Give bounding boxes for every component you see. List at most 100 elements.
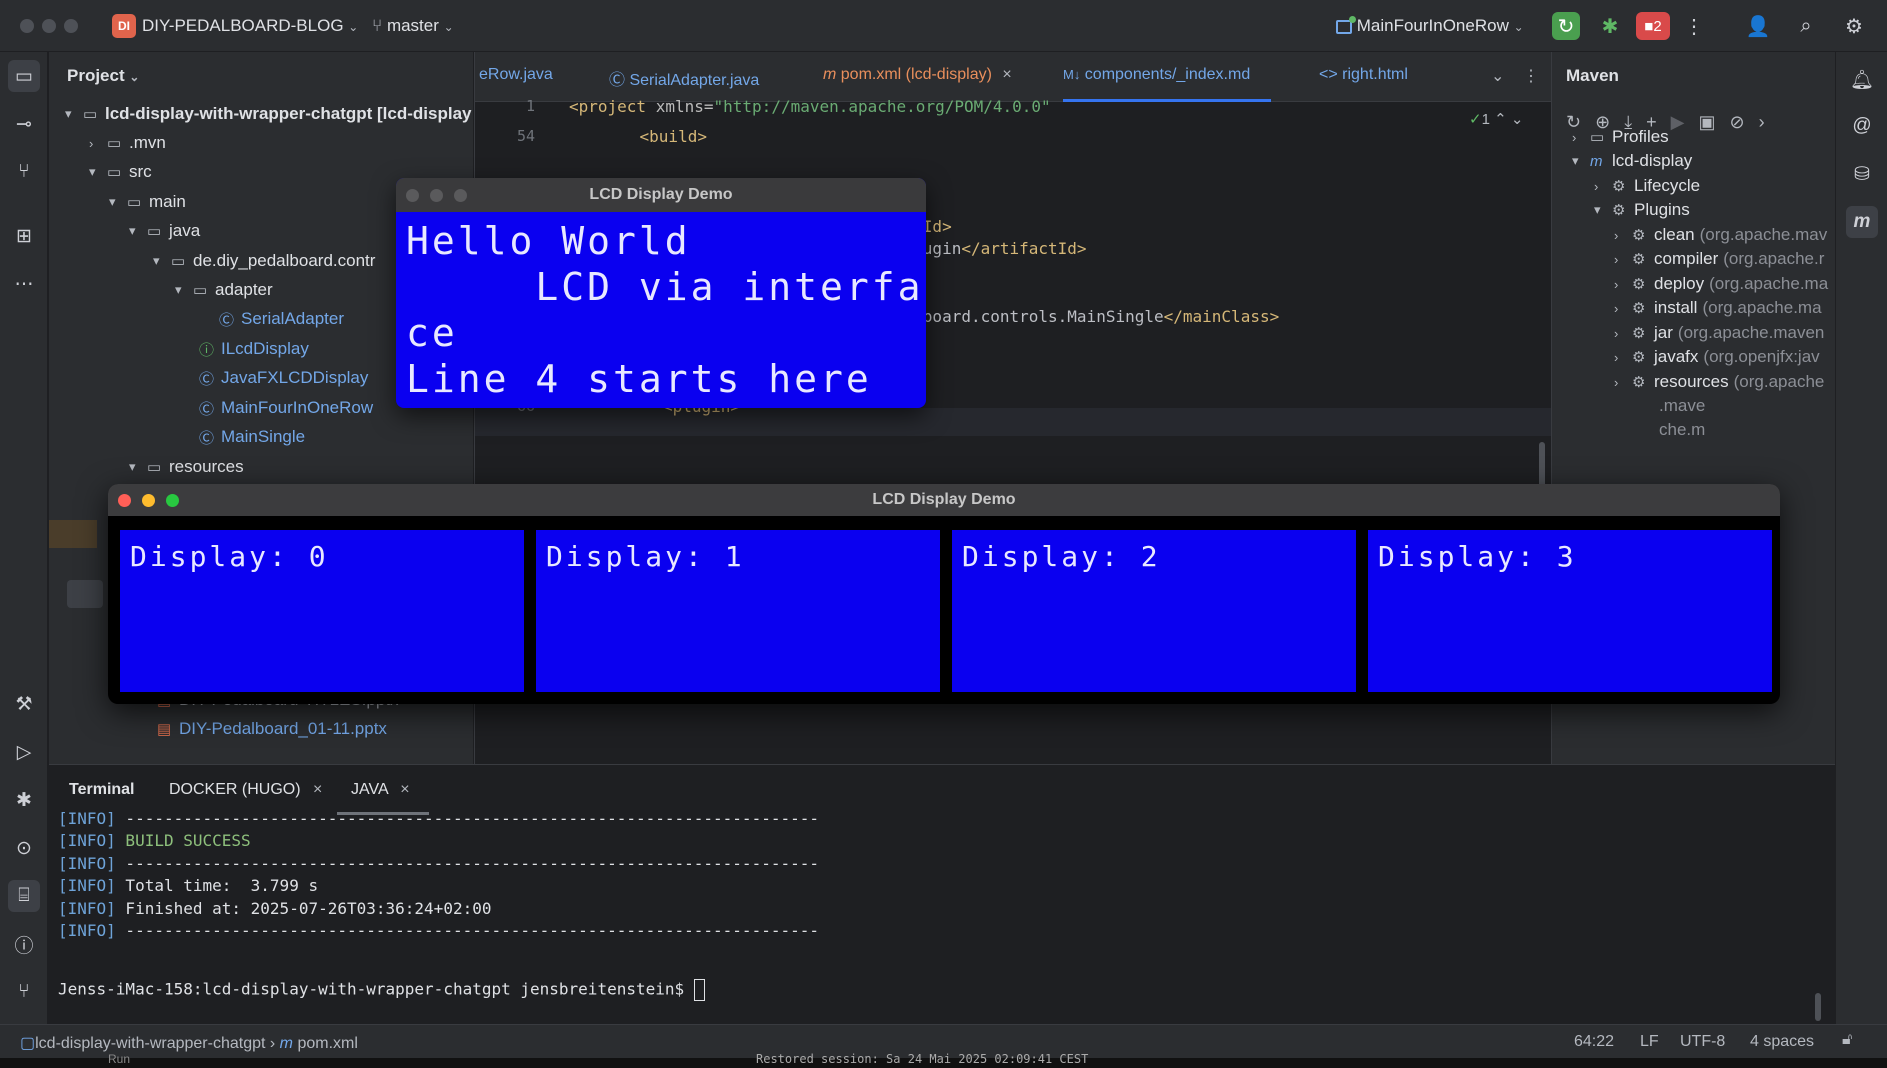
indent-setting[interactable]: 4 spaces <box>1750 1033 1814 1051</box>
tree-item[interactable]: Ⓒ JavaFXLCDDisplay <box>181 364 368 392</box>
tree-item-placeholder[interactable] <box>67 580 103 608</box>
breadcrumb-project[interactable]: lcd-display-with-wrapper-chatgpt <box>35 1035 265 1052</box>
run-config-selector[interactable]: MainFourInOneRow ⌄ <box>1336 15 1524 36</box>
debug-icon[interactable]: ✱ <box>1596 12 1624 40</box>
tree-item[interactable]: ▾ ▭ adapter <box>175 276 273 304</box>
chevron-right-icon[interactable]: › <box>1759 112 1779 132</box>
chevron-right-icon[interactable]: › <box>1594 179 1612 194</box>
services-icon[interactable]: ⊙ <box>8 832 40 864</box>
close-icon[interactable]: × <box>313 781 322 798</box>
close-icon[interactable]: × <box>1002 66 1011 83</box>
tab-pom-xml[interactable]: m pom.xml (lcd-display) × <box>823 66 1012 84</box>
chevron-down-icon[interactable]: ▾ <box>109 194 127 210</box>
chevron-right-icon[interactable]: › <box>1614 228 1632 243</box>
tree-item[interactable]: ▾ ▭ resources <box>129 453 244 481</box>
window-zoom-button[interactable] <box>64 19 78 33</box>
rerun-icon[interactable]: ↻ <box>1552 12 1580 40</box>
terminal-icon[interactable]: ⌸ <box>8 880 40 912</box>
cursor-position[interactable]: 64:22 <box>1574 1033 1614 1051</box>
commit-icon[interactable]: ⊸ <box>8 108 40 140</box>
tree-item[interactable]: Ⓒ MainSingle <box>181 423 305 451</box>
user-add-icon[interactable]: 👤 <box>1744 12 1772 40</box>
tab-right-html[interactable]: <> right.html <box>1319 66 1408 84</box>
pull-request-icon[interactable]: ⑂ <box>8 156 40 188</box>
tree-item[interactable]: ⓘ ILcdDisplay <box>181 335 309 363</box>
settings-gear-icon[interactable]: ⚙ <box>1840 12 1868 40</box>
window-minimize-button[interactable] <box>42 19 56 33</box>
maven-tree-item[interactable]: ▾ ⚙ Plugins <box>1594 196 1695 224</box>
tree-item[interactable]: › ▭ .mvn <box>89 129 166 157</box>
tree-item[interactable]: ▾ ▭ java <box>129 217 200 245</box>
chevron-down-icon[interactable]: ▾ <box>65 106 83 122</box>
line-separator[interactable]: LF <box>1640 1033 1659 1051</box>
chevron-right-icon[interactable]: › <box>1614 301 1632 316</box>
window-zoom-button[interactable] <box>166 494 179 507</box>
maven-icon[interactable]: m <box>1846 206 1878 238</box>
tab-java[interactable]: JAVA × <box>351 781 410 799</box>
chevron-down-icon[interactable]: ▾ <box>89 164 107 180</box>
maven-tree-item[interactable]: › ⚙ install (org.apache.ma <box>1614 294 1822 322</box>
tree-item[interactable]: ▾ ▭ main <box>109 188 186 216</box>
chevron-right-icon[interactable]: › <box>1572 130 1590 145</box>
more-vertical-icon[interactable]: ⋮ <box>1680 12 1708 40</box>
notifications-bell-icon[interactable]: 🔔︎ <box>1846 64 1878 96</box>
project-switcher[interactable]: DIY-PEDALBOARD-BLOG ⌄ <box>142 16 358 36</box>
chevron-right-icon[interactable]: › <box>1614 326 1632 341</box>
maven-tree-item[interactable]: che.m <box>1614 416 1705 444</box>
terminal-prompt[interactable]: Jenss-iMac-158:lcd-display-with-wrapper-… <box>58 979 705 1001</box>
tree-item[interactable]: ▤ DIY-Pedalboard_01-11.pptx <box>139 715 387 743</box>
tree-item[interactable]: Ⓒ SerialAdapter <box>201 305 344 333</box>
window-minimize-button[interactable] <box>142 494 155 507</box>
chevron-down-icon[interactable]: ▾ <box>129 223 147 239</box>
file-encoding[interactable]: UTF-8 <box>1680 1033 1725 1051</box>
chevron-down-icon[interactable]: ▾ <box>1594 202 1612 218</box>
offline-icon[interactable]: ⊘ <box>1730 112 1759 132</box>
tree-item[interactable]: ▾ ▭ lcd-display-with-wrapper-chatgpt [lcd-… <box>65 100 471 128</box>
run-icon[interactable]: ▶ <box>1671 112 1699 132</box>
problems-icon[interactable]: ⓘ <box>8 928 40 960</box>
terminal-scrollbar[interactable] <box>1815 993 1821 1021</box>
chevron-right-icon[interactable]: › <box>1614 350 1632 365</box>
chevron-right-icon[interactable]: › <box>1614 252 1632 267</box>
run-icon[interactable]: ▷ <box>8 736 40 768</box>
tab-mainfourinonerow[interactable]: eRow.java <box>479 66 553 84</box>
chevron-down-icon[interactable]: ▾ <box>129 459 147 475</box>
chevron-right-icon[interactable]: › <box>1614 277 1632 292</box>
window-close-button[interactable] <box>406 189 419 202</box>
inspection-widget[interactable]: ✓1 ⌃ ⌄ <box>1469 110 1523 128</box>
chevron-right-icon[interactable]: › <box>89 136 107 151</box>
tab-components-index[interactable]: M↓ components/_index.md <box>1063 66 1250 84</box>
git-icon[interactable]: ⑂ <box>8 976 40 1008</box>
tree-item[interactable]: ▾ ▭ de.diy_pedalboard.contr <box>153 247 375 275</box>
chevron-down-icon[interactable]: ▾ <box>1572 153 1590 169</box>
lcd-single-titlebar[interactable]: LCD Display Demo <box>396 178 926 212</box>
chevron-right-icon[interactable]: › <box>1614 375 1632 390</box>
maven-tree-item[interactable]: ▾ m lcd-display <box>1572 147 1697 175</box>
stop-icon[interactable]: ■2 <box>1636 12 1670 40</box>
project-panel-header[interactable]: Project ⌄ <box>67 66 139 86</box>
build-hammer-icon[interactable]: ⚒ <box>8 688 40 720</box>
window-minimize-button[interactable] <box>430 189 443 202</box>
execute-goal-icon[interactable]: ▣ <box>1699 112 1730 132</box>
tree-item[interactable]: ▾ ▭ src <box>89 158 152 186</box>
tree-item[interactable]: Ⓒ MainFourInOneRow <box>181 394 373 422</box>
chevron-down-icon[interactable]: ▾ <box>153 253 171 269</box>
window-close-button[interactable] <box>118 494 131 507</box>
tab-docker-hugo[interactable]: DOCKER (HUGO) × <box>169 781 322 799</box>
branch-switcher[interactable]: ⑂ master ⌄ <box>372 16 454 36</box>
tab-serialadapter[interactable]: Ⓒ SerialAdapter.java <box>609 66 759 90</box>
chevron-down-icon[interactable]: ▾ <box>175 282 193 298</box>
lcd-four-titlebar[interactable]: LCD Display Demo <box>108 484 1780 516</box>
more-vertical-icon[interactable]: ⋮ <box>1523 66 1539 86</box>
more-horizontal-icon[interactable]: ⋯ <box>8 268 40 300</box>
lock-icon[interactable]: 🔓︎ <box>1842 1031 1852 1049</box>
tab-list-chevron-icon[interactable]: ⌄ <box>1491 66 1504 86</box>
database-icon[interactable]: ⛁ <box>1846 158 1878 190</box>
ai-assistant-icon[interactable]: @ <box>1846 110 1878 142</box>
window-close-button[interactable] <box>20 19 34 33</box>
breadcrumb-file[interactable]: pom.xml <box>297 1035 357 1052</box>
close-icon[interactable]: × <box>400 781 409 798</box>
debug-bug-icon[interactable]: ✱ <box>8 784 40 816</box>
maven-tree-item[interactable]: › ⚙ compiler (org.apache.r <box>1614 245 1824 273</box>
search-icon[interactable]: ⌕ <box>1792 12 1820 40</box>
